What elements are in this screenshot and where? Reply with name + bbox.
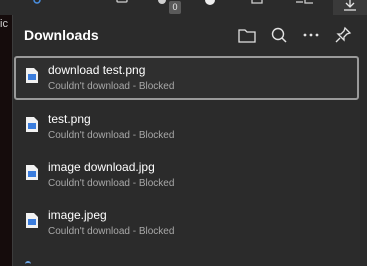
extensions-icon[interactable] <box>155 0 169 10</box>
collections-icon[interactable] <box>115 0 129 10</box>
profile-icon[interactable] <box>30 0 44 10</box>
browser-toolbar: 0 <box>0 0 367 15</box>
background-page-text: ic <box>0 18 8 30</box>
see-more-link-fragment[interactable] <box>25 261 31 266</box>
download-item[interactable]: image.jpeg Couldn't download - Blocked <box>14 201 359 245</box>
download-item-status: Couldn't download - Blocked <box>48 81 175 92</box>
download-item-name: test.png <box>48 112 91 126</box>
downloads-panel: Downloads download test.png Couldn't dow… <box>12 15 367 266</box>
pin-icon <box>335 26 352 43</box>
background-page <box>0 15 12 266</box>
more-options-button[interactable] <box>300 24 322 46</box>
search-icon <box>271 27 287 43</box>
browser-window: 0 ic Downloads download test.png Couldn'… <box>0 0 367 266</box>
open-folder-icon <box>238 29 256 43</box>
circle-icon[interactable] <box>203 0 217 10</box>
search-button[interactable] <box>268 24 290 46</box>
more-options-icon <box>303 33 319 37</box>
download-item-name: image download.jpg <box>48 160 155 174</box>
download-item-status: Couldn't download - Blocked <box>48 178 175 189</box>
download-item-status: Couldn't download - Blocked <box>48 130 175 141</box>
open-folder-button[interactable] <box>236 24 258 46</box>
puzzle-icon[interactable] <box>250 0 264 10</box>
favorites-icon[interactable] <box>295 0 313 10</box>
extensions-badge: 0 <box>169 1 181 14</box>
image-file-icon <box>26 213 38 228</box>
download-icon <box>344 0 356 11</box>
download-item-name: image.jpeg <box>48 208 107 222</box>
downloads-title: Downloads <box>24 27 99 43</box>
image-file-icon <box>26 165 38 180</box>
download-item-name: download test.png <box>48 63 146 77</box>
download-item[interactable]: test.png Couldn't download - Blocked <box>14 105 359 149</box>
download-button[interactable] <box>333 0 367 15</box>
download-item[interactable]: download test.png Couldn't download - Bl… <box>14 56 359 100</box>
image-file-icon <box>26 117 38 132</box>
download-item-status: Couldn't download - Blocked <box>48 226 175 237</box>
download-item[interactable]: image download.jpg Couldn't download - B… <box>14 153 359 197</box>
image-file-icon <box>26 68 38 83</box>
pin-button[interactable] <box>332 24 354 46</box>
